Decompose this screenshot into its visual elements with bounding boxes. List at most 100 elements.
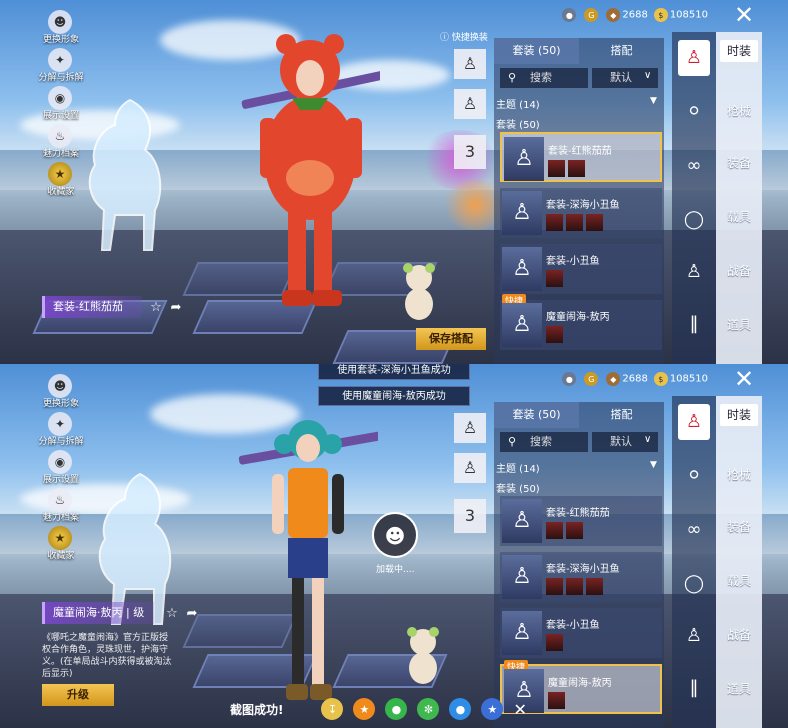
close-share-icon[interactable]: ✕ — [513, 700, 526, 719]
theme-header[interactable]: 主题 (14) — [496, 460, 540, 475]
currency-bar: ● G ◆ 2688 $108510 — [562, 370, 708, 388]
wardrobe-panel-top: ☻ 更换形象 ✦ 分解与拆解 ◉ 展示设置 ♨ 魅力档案 ★ 收藏家 套装-红熊… — [0, 0, 788, 364]
quick-change-label[interactable]: ⓘ 快捷换装 — [440, 30, 488, 43]
mask-icon[interactable]: ◯ — [678, 566, 710, 602]
part-icon — [546, 578, 563, 595]
currency-icon-b: $108510 — [653, 372, 708, 386]
category-weapons[interactable]: 枪械 — [720, 104, 758, 118]
mask-icon[interactable]: ◯ — [678, 202, 710, 238]
top-icon[interactable]: ♙ — [678, 254, 710, 290]
quick-slot-2[interactable]: ♙ — [454, 453, 486, 483]
suit-name: 魔童闹海-敖丙 — [548, 678, 612, 689]
hanger-icon[interactable]: 3 — [454, 499, 486, 533]
puzzle-icon[interactable]: ✦ — [48, 48, 72, 72]
dropdown-arrow-icon: ▼ — [650, 460, 657, 470]
hanger-icon[interactable]: 3 — [454, 135, 486, 169]
list-item[interactable]: ♙ 套装-深海小丑鱼 — [500, 552, 662, 602]
flame-icon[interactable]: ♨ — [48, 488, 72, 512]
star-icon[interactable]: ☆ — [164, 606, 180, 622]
currency-b-value: 108510 — [669, 373, 708, 385]
close-icon[interactable]: ✕ — [732, 3, 756, 27]
suit-thumbnail: ♙ — [502, 555, 542, 599]
menu-label: 更换形象 — [42, 399, 79, 409]
eye-icon[interactable]: ◉ — [48, 450, 72, 474]
suit-thumbnail: ♙ — [504, 137, 544, 181]
category-gear[interactable]: 装备 — [720, 156, 758, 170]
list-item[interactable]: ♙ 套装-红熊茄茄 — [500, 132, 662, 182]
theme-header[interactable]: 主题 (14) — [496, 96, 540, 111]
top-icon[interactable]: ♙ — [678, 618, 710, 654]
suit-name: 套装-小丑鱼 — [546, 256, 600, 267]
quick-slot-2[interactable]: ♙ — [454, 89, 486, 119]
tab-match[interactable]: 搭配 — [579, 38, 664, 64]
token-icon: ● — [562, 8, 577, 22]
category-labels: 时装 枪械 装备 载具 战备 道具 — [716, 396, 762, 728]
list-item[interactable]: ♙ 套装-红熊茄茄 — [500, 496, 662, 546]
share-icon[interactable]: ➦ — [168, 300, 184, 316]
person-icon[interactable]: ☻ — [48, 374, 72, 398]
currency-b-value: 108510 — [669, 9, 708, 21]
puzzle-icon[interactable]: ✦ — [48, 412, 72, 436]
tab-suits[interactable]: 套装 (50) — [494, 402, 579, 428]
category-battle[interactable]: 战备 — [720, 264, 758, 278]
screenshot-share-bar: 截图成功! ↧ ★ ● ✼ ● ★ ✕ — [230, 696, 527, 722]
quick-slot-1[interactable]: ♙ — [454, 49, 486, 79]
helmet-icon[interactable]: ⚪ — [678, 94, 710, 130]
currency-icon-a: ◆ 2688 — [606, 8, 648, 22]
save-outfit-button[interactable]: 保存搭配 — [416, 328, 486, 350]
share-icon[interactable]: ➦ — [184, 606, 200, 622]
glasses-icon[interactable]: ∞ — [678, 148, 710, 184]
help-icon: ⓘ — [440, 33, 452, 43]
outfit-icon[interactable]: ♙ — [678, 40, 710, 76]
quick-slot-1[interactable]: ♙ — [454, 413, 486, 443]
badge-icon[interactable]: ★ — [48, 162, 72, 186]
helmet-icon[interactable]: ⚪ — [678, 458, 710, 494]
suit-thumbnail: ♙ — [502, 247, 542, 291]
wechat-icon[interactable]: ● — [385, 698, 408, 720]
tab-match[interactable]: 搭配 — [579, 402, 664, 428]
token-icon: ● — [562, 372, 577, 386]
list-item[interactable]: ♙ 套装-小丑鱼 — [500, 608, 662, 658]
list-item[interactable]: ♙ 套装-深海小丑鱼 — [500, 188, 662, 238]
outfit-list-panel: 套装 (50) 搭配 搜索 ⚲ 默认 ∨ 主题 (14) ▼ 套装 (50) ♙… — [494, 38, 664, 364]
currency-a-value: 2688 — [622, 373, 648, 385]
category-gear[interactable]: 装备 — [720, 520, 758, 534]
moments-icon[interactable]: ✼ — [417, 698, 440, 720]
glasses-icon[interactable]: ∞ — [678, 512, 710, 548]
eye-icon[interactable]: ◉ — [48, 86, 72, 110]
part-icon — [546, 326, 563, 343]
category-icons: ♙ ⚪ ∞ ◯ ♙ ‖ — [672, 396, 716, 728]
category-vehicles[interactable]: 载具 — [720, 210, 758, 224]
menu-label: 分解与拆解 — [38, 437, 84, 447]
person-icon[interactable]: ☻ — [48, 10, 72, 34]
outfit-list-panel: 套装 (50) 搭配 搜索 ⚲ 默认 ∨ 主题 (14) ▼ 套装 (50) ♙… — [494, 402, 664, 728]
list-item[interactable]: ♙ 套装-小丑鱼 — [500, 244, 662, 294]
category-vehicles[interactable]: 载具 — [720, 574, 758, 588]
download-icon[interactable]: ↧ — [321, 698, 344, 720]
suit-header: 套装 (50) — [496, 120, 540, 131]
flame-icon[interactable]: ♨ — [48, 124, 72, 148]
outfit-icon[interactable]: ♙ — [678, 404, 710, 440]
badge-icon[interactable]: ★ — [48, 526, 72, 550]
pants-icon[interactable]: ‖ — [678, 670, 710, 706]
category-fashion[interactable]: 时装 — [720, 40, 758, 62]
qq-icon[interactable]: ● — [449, 698, 472, 720]
qzone-icon[interactable]: ★ — [481, 698, 504, 720]
close-icon[interactable]: ✕ — [732, 367, 756, 391]
tab-suits[interactable]: 套装 (50) — [494, 38, 579, 64]
part-icon — [548, 692, 565, 709]
pants-icon[interactable]: ‖ — [678, 306, 710, 342]
upgrade-button[interactable]: 升级 — [42, 684, 114, 706]
category-items[interactable]: 道具 — [720, 318, 758, 332]
game-share-icon[interactable]: ★ — [353, 698, 376, 720]
menu-label: 收藏家 — [47, 187, 75, 197]
category-battle[interactable]: 战备 — [720, 628, 758, 642]
suit-thumbnail: ♙ — [502, 191, 542, 235]
category-fashion[interactable]: 时装 — [720, 404, 758, 426]
suit-name: 套装-红熊茄茄 — [546, 508, 610, 519]
list-item[interactable]: 快捷 ♙ 魔童闹海-敖丙 — [500, 294, 662, 350]
part-icon — [546, 522, 563, 539]
category-weapons[interactable]: 枪械 — [720, 468, 758, 482]
star-icon[interactable]: ☆ — [148, 300, 164, 316]
category-items[interactable]: 道具 — [720, 682, 758, 696]
